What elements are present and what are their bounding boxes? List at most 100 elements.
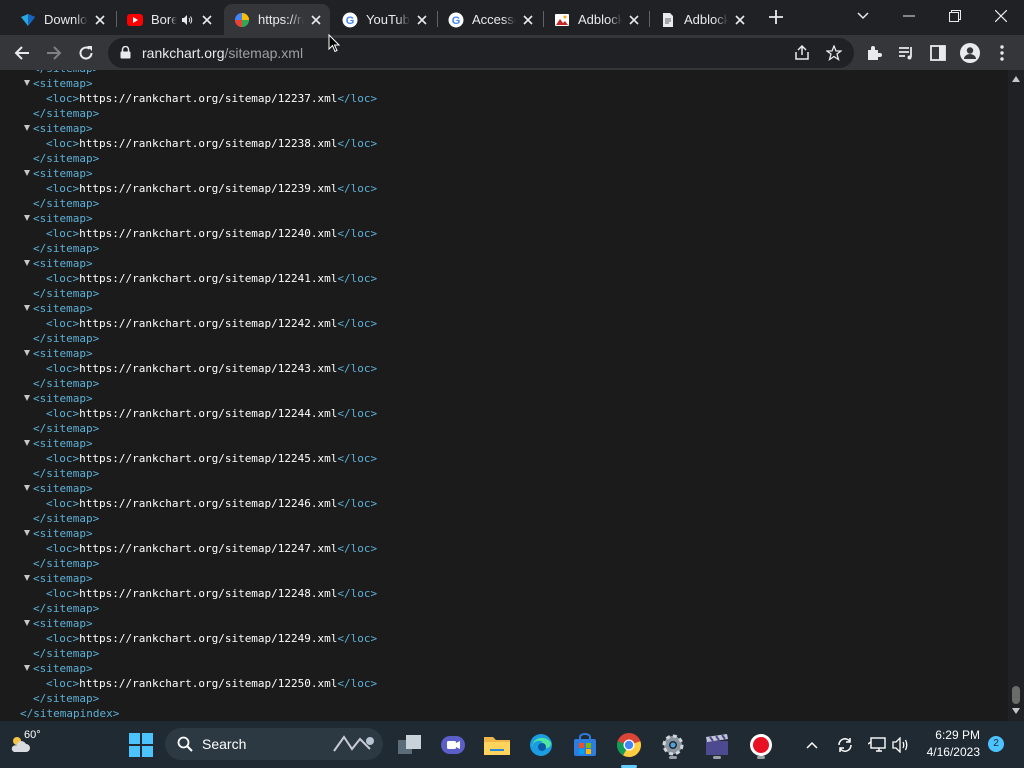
back-button[interactable] [8,39,36,67]
close-tab-icon[interactable] [308,14,324,25]
sitemap-close-tag: </sitemap> [33,242,100,255]
close-tab-icon[interactable] [732,14,748,25]
weather-widget[interactable]: 60° [8,727,58,763]
taskbar-chat-app[interactable] [437,729,469,761]
xml-line-sitemap-open[interactable]: <sitemap> [0,76,1008,91]
lock-icon[interactable] [120,45,131,64]
tab-title: Accessories [472,12,516,27]
chat-camera-icon [441,736,465,754]
page-content: </sitemap><sitemap><loc>https://rankchar… [0,70,1008,721]
share-icon[interactable] [794,44,810,66]
xml-line-sitemap-open[interactable]: <sitemap> [0,616,1008,631]
xml-line-sitemap-open[interactable]: <sitemap> [0,256,1008,271]
notification-badge[interactable]: 2 [988,736,1004,752]
taskbar-edge[interactable] [525,729,557,761]
xml-line-loc: <loc>https://rankchart.org/sitemap/12247… [0,541,1008,556]
collapse-arrow-icon[interactable] [24,485,30,491]
minimize-button[interactable] [886,0,932,32]
collapse-arrow-icon[interactable] [24,80,30,86]
taskbar-settings[interactable] [657,729,689,761]
google-icon: G [448,12,464,28]
collapse-arrow-icon[interactable] [24,575,30,581]
new-tab-button[interactable] [762,3,790,31]
running-app-indicator [669,756,677,759]
collapse-arrow-icon[interactable] [24,530,30,536]
tab-search-button[interactable] [840,0,886,32]
xml-line-sitemap-open[interactable]: <sitemap> [0,301,1008,316]
vertical-scrollbar[interactable] [1008,70,1024,721]
xml-line-sitemap-open[interactable]: <sitemap> [0,346,1008,361]
sitemap-url: https://rankchart.org/sitemap/12238.xml [79,137,338,150]
tab-youtube[interactable]: G YouTube [332,4,436,35]
xml-line-sitemap-open[interactable]: <sitemap> [0,571,1008,586]
close-tab-icon[interactable] [414,14,430,25]
collapse-arrow-icon[interactable] [24,215,30,221]
url-text[interactable]: rankchart.org/sitemap.xml [142,45,303,61]
show-hidden-icons-button[interactable] [797,729,827,761]
collapse-arrow-icon[interactable] [24,125,30,131]
tray-volume-button[interactable] [886,729,916,761]
collapse-arrow-icon[interactable] [24,620,30,626]
windows-taskbar: 60° Search 6:29 PM 4/16/2023 2 [0,721,1024,768]
tab-bored[interactable]: Bored [117,4,221,35]
close-tab-icon[interactable] [520,14,536,25]
taskbar-search-box[interactable]: Search [165,728,383,760]
start-button[interactable] [125,729,157,761]
tab-download[interactable]: Download [10,4,114,35]
xml-line-sitemap-open[interactable]: <sitemap> [0,166,1008,181]
menu-button[interactable] [988,39,1016,67]
close-tab-icon[interactable] [626,14,642,25]
xml-line-sitemap-open[interactable]: <sitemap> [0,121,1008,136]
xml-line-sitemap-open[interactable]: <sitemap> [0,481,1008,496]
taskbar-store[interactable] [569,729,601,761]
sitemap-close-tag: </sitemap> [33,377,100,390]
collapse-arrow-icon[interactable] [24,170,30,176]
browser-toolbar: rankchart.org/sitemap.xml [0,35,1024,70]
xml-line-sitemap-open[interactable]: <sitemap> [0,391,1008,406]
taskbar-file-explorer[interactable] [481,729,513,761]
chevron-down-icon [857,12,869,20]
reload-button[interactable] [72,39,100,67]
close-tab-icon[interactable] [199,14,215,25]
taskbar-video-editor[interactable] [701,729,733,761]
tab-accessories[interactable]: G Accessories [438,4,542,35]
collapse-arrow-icon[interactable] [24,260,30,266]
restore-button[interactable] [932,0,978,32]
address-bar[interactable]: rankchart.org/sitemap.xml [108,38,854,68]
tab-title: YouTube [366,12,410,27]
xml-line-loc: <loc>https://rankchart.org/sitemap/12241… [0,271,1008,286]
collapse-arrow-icon[interactable] [24,395,30,401]
bookmark-star-icon[interactable] [825,44,843,66]
close-window-button[interactable] [978,0,1024,32]
side-panel-button[interactable] [924,39,952,67]
task-view-button[interactable] [394,729,426,761]
xml-line-sitemap-open[interactable]: <sitemap> [0,211,1008,226]
windows-logo-icon [129,733,153,757]
tab-sitemap-active[interactable]: https://rankchart.org/sitemap.xml [224,4,330,35]
tab-adblock-1[interactable]: Adblock [544,4,648,35]
forward-button[interactable] [40,39,68,67]
xml-line-sitemap-open[interactable]: <sitemap> [0,661,1008,676]
tray-sync-button[interactable] [830,729,860,761]
collapse-arrow-icon[interactable] [24,350,30,356]
xml-line-sitemap-open[interactable]: <sitemap> [0,526,1008,541]
rankchart-favicon-icon [234,12,250,28]
sitemap-close-tag: </sitemap> [33,467,100,480]
scrollbar-thumb[interactable] [1012,686,1020,704]
speaker-icon[interactable] [181,14,195,26]
profile-button[interactable] [956,39,984,67]
taskbar-chrome-active[interactable] [613,729,645,768]
minimize-icon [903,15,915,17]
collapse-arrow-icon[interactable] [24,305,30,311]
close-tab-icon[interactable] [92,14,108,25]
clock-time[interactable]: 6:29 PM [918,728,980,742]
taskbar-screen-recorder[interactable] [745,729,777,761]
adblock-image-icon [554,12,570,28]
tab-adblock-2[interactable]: Adblock [650,4,754,35]
extensions-button[interactable] [860,39,888,67]
xml-line-sitemap-open[interactable]: <sitemap> [0,436,1008,451]
media-control-button[interactable] [892,39,920,67]
collapse-arrow-icon[interactable] [24,440,30,446]
clock-date[interactable]: 4/16/2023 [918,745,980,759]
collapse-arrow-icon[interactable] [24,665,30,671]
